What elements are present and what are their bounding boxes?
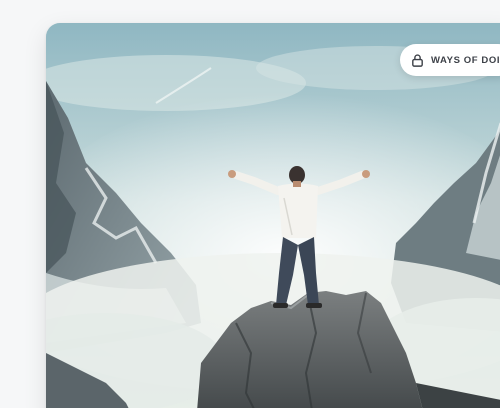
mountain-summit-photo — [46, 23, 500, 408]
hero-image-card — [46, 23, 500, 408]
badge-label: WAYS OF DOI — [431, 54, 500, 66]
lock-icon — [410, 53, 425, 68]
category-badge[interactable]: WAYS OF DOI — [400, 44, 500, 76]
page: WAYS OF DOI — [0, 0, 500, 408]
